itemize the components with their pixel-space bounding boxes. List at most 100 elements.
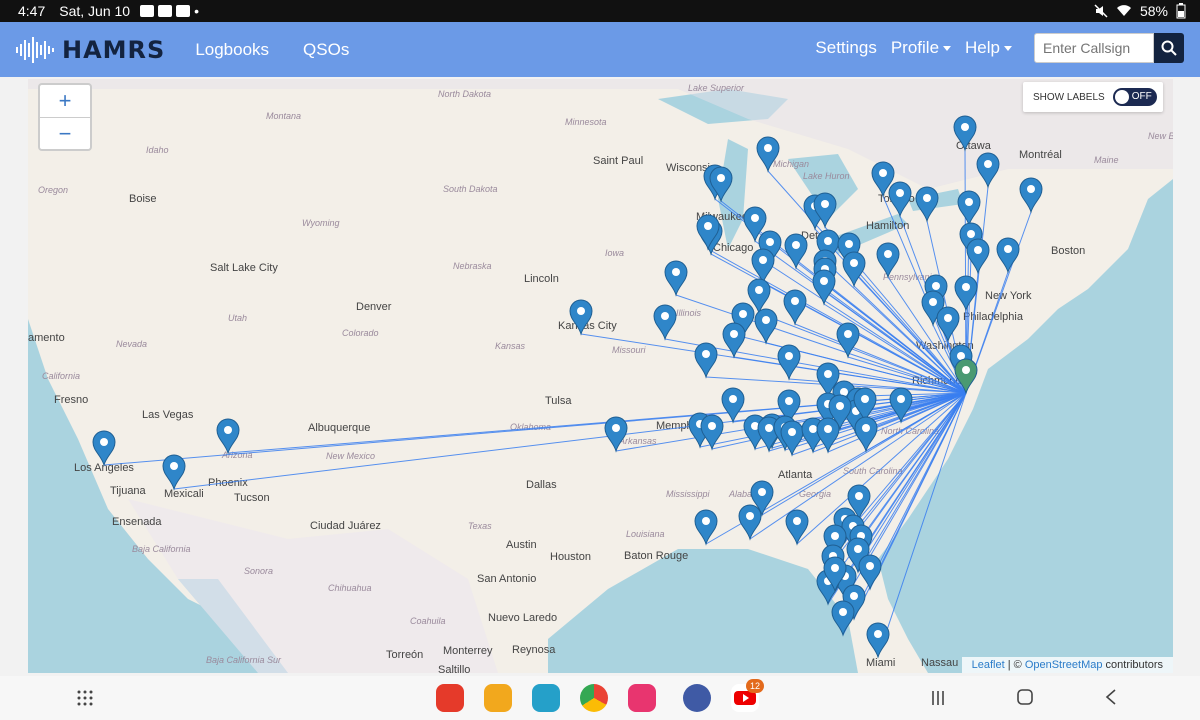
notification-badge: 12 xyxy=(746,679,764,693)
qso-marker-icon[interactable] xyxy=(754,308,778,345)
map-label-hamilton: Hamilton xyxy=(866,220,909,232)
map-label-ciudad-ju-rez: Ciudad Juárez xyxy=(310,520,381,532)
qso-marker-icon[interactable] xyxy=(957,190,981,227)
map-label-idaho: Idaho xyxy=(146,145,169,155)
qso-marker-icon[interactable] xyxy=(858,554,882,591)
qso-marker-icon[interactable] xyxy=(889,387,913,424)
status-time: 4:47 xyxy=(18,3,46,19)
qso-marker-icon[interactable] xyxy=(162,454,186,491)
show-labels-text: SHOW LABELS xyxy=(1033,91,1105,103)
nav-profile-label: Profile xyxy=(890,38,940,57)
qso-marker-icon[interactable] xyxy=(777,344,801,381)
show-labels-toggle[interactable]: OFF xyxy=(1112,88,1157,106)
app-icon-chrome[interactable] xyxy=(580,684,608,712)
map-label-missouri: Missouri xyxy=(612,345,647,355)
map-canvas[interactable]: North Dakota Montana Minnesota Idaho Oregon B… xyxy=(28,79,1173,673)
qso-marker-icon[interactable] xyxy=(92,430,116,467)
recent-apps-icon[interactable] xyxy=(930,690,946,706)
brand-logo[interactable]: HAMRS xyxy=(16,36,165,64)
app-icon-calendar[interactable] xyxy=(532,684,560,712)
map-label-iowa: Iowa xyxy=(605,248,624,258)
nav-qsos[interactable]: QSOs xyxy=(303,40,349,60)
qso-marker-icon[interactable] xyxy=(721,387,745,424)
qso-marker-icon[interactable] xyxy=(954,275,978,312)
map-label-baja-california: Baja California xyxy=(132,544,191,554)
qso-map[interactable]: North Dakota Montana Minnesota Idaho Oregon B… xyxy=(28,79,1173,673)
nav-profile-dropdown[interactable]: Profile xyxy=(890,38,952,58)
qso-marker-icon[interactable] xyxy=(836,322,860,359)
app-navbar: HAMRS Logbooks QSOs Settings Profile Hel… xyxy=(0,22,1200,77)
qso-marker-icon[interactable] xyxy=(700,414,724,451)
nav-logbooks[interactable]: Logbooks xyxy=(195,40,269,60)
zoom-out-button[interactable]: − xyxy=(40,118,90,150)
nav-help-dropdown[interactable]: Help xyxy=(965,38,1012,58)
map-label-miami: Miami xyxy=(866,657,895,669)
map-label-nuevo-laredo: Nuevo Laredo xyxy=(488,612,557,624)
map-label-nassau: Nassau xyxy=(921,657,958,669)
qso-marker-icon[interactable] xyxy=(1019,177,1043,214)
home-icon[interactable] xyxy=(1017,689,1033,705)
apps-grid-icon[interactable] xyxy=(77,690,93,706)
qso-marker-icon[interactable] xyxy=(784,233,808,270)
qso-marker-icon[interactable] xyxy=(866,622,890,659)
qso-marker-icon[interactable] xyxy=(664,260,688,297)
qso-marker-icon[interactable] xyxy=(936,306,960,343)
map-label-torre-n: Torreón xyxy=(386,649,423,661)
callsign-search xyxy=(1034,33,1184,63)
qso-marker-icon[interactable] xyxy=(653,304,677,341)
map-label-maine: Maine xyxy=(1094,155,1119,165)
map-label-fresno: Fresno xyxy=(54,394,88,406)
qso-marker-icon[interactable] xyxy=(816,417,840,454)
qso-marker-icon[interactable] xyxy=(216,418,240,455)
callsign-input[interactable] xyxy=(1034,33,1154,63)
osm-link[interactable]: OpenStreetMap xyxy=(1025,659,1103,671)
map-label-baton-rouge: Baton Rouge xyxy=(624,550,688,562)
attrib-contributors: contributors xyxy=(1102,659,1163,671)
qso-marker-icon[interactable] xyxy=(854,416,878,453)
qso-marker-icon[interactable] xyxy=(783,289,807,326)
toggle-knob xyxy=(1114,90,1129,104)
youtube-icon xyxy=(158,5,173,17)
qso-marker-icon[interactable] xyxy=(722,322,746,359)
map-label-new-mexico: New Mexico xyxy=(326,451,375,461)
qso-marker-icon[interactable] xyxy=(996,237,1020,274)
qso-marker-icon[interactable] xyxy=(694,342,718,379)
app-icon-camera[interactable] xyxy=(628,684,656,712)
map-label-north-dakota: North Dakota xyxy=(438,89,491,99)
qso-marker-icon[interactable] xyxy=(694,509,718,546)
map-label-new-brunswick: New Brunswick xyxy=(1148,131,1173,141)
map-label-chicago: Chicago xyxy=(713,242,753,254)
map-attribution: Leaflet | © OpenStreetMap contributors xyxy=(961,657,1173,673)
map-label-utah: Utah xyxy=(228,313,247,323)
qso-marker-icon[interactable] xyxy=(888,181,912,218)
map-label-mississippi: Mississippi xyxy=(666,489,711,499)
battery-level: 58% xyxy=(1139,3,1168,19)
qso-marker-icon[interactable] xyxy=(812,269,836,306)
chevron-down-icon xyxy=(943,46,952,52)
map-label-tucson: Tucson xyxy=(234,492,270,504)
nav-settings[interactable]: Settings xyxy=(815,38,876,58)
map-label-california: California xyxy=(42,371,80,381)
map-label-monterrey: Monterrey xyxy=(443,645,493,657)
qso-marker-icon[interactable] xyxy=(915,186,939,223)
mute-icon xyxy=(1094,4,1108,18)
qso-marker-icon[interactable] xyxy=(976,152,1000,189)
app-icon-files[interactable] xyxy=(484,684,512,712)
map-label-san-antonio: San Antonio xyxy=(477,573,536,585)
qso-marker-icon[interactable] xyxy=(785,509,809,546)
app-icon-settings[interactable] xyxy=(683,684,711,712)
map-label-houston: Houston xyxy=(550,551,591,563)
map-label-nebraska: Nebraska xyxy=(453,261,492,271)
search-button[interactable] xyxy=(1154,33,1184,63)
qso-marker-icon[interactable] xyxy=(780,420,804,457)
brand-name: HAMRS xyxy=(62,35,166,64)
back-icon[interactable] xyxy=(1105,689,1117,705)
leaflet-link[interactable]: Leaflet xyxy=(972,659,1005,671)
map-label-austin: Austin xyxy=(506,539,537,551)
app-icon-docs[interactable] xyxy=(436,684,464,712)
wifi-icon xyxy=(1116,5,1131,16)
map-label-texas: Texas xyxy=(468,521,492,531)
zoom-in-button[interactable]: + xyxy=(40,85,90,118)
map-label-oregon: Oregon xyxy=(38,185,68,195)
nav-help-label: Help xyxy=(965,38,1000,57)
